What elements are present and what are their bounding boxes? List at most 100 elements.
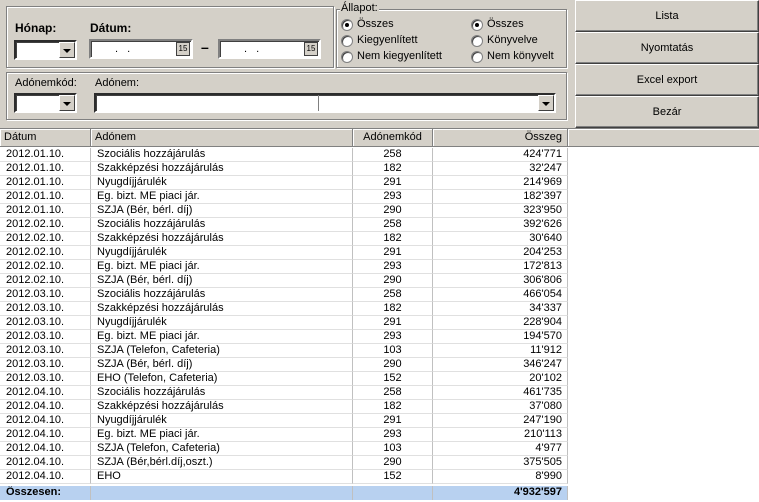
column-header-adonem[interactable]: Adónem [91, 129, 353, 147]
cell-adonemkod: 290 [353, 204, 433, 218]
cell-datum: 2012.02.10. [0, 218, 91, 232]
honap-combo[interactable] [14, 40, 77, 60]
calendar-icon[interactable]: 15 [176, 42, 190, 56]
datum-label: Dátum: [90, 21, 132, 35]
column-header-datum[interactable]: Dátum [0, 129, 91, 147]
cell-osszeg: 306'806 [433, 274, 568, 288]
date-to-value: . . [244, 43, 263, 55]
cell-osszeg: 11'912 [433, 344, 568, 358]
chevron-down-icon[interactable] [59, 95, 75, 111]
cell-adonem: Nyugdíjjárulék [91, 316, 353, 330]
date-to-field[interactable]: . . 15 [218, 39, 321, 59]
radio-label: Könyvelve [487, 34, 538, 46]
cell-osszeg: 424'771 [433, 148, 568, 162]
cell-datum: 2012.04.10. [0, 428, 91, 442]
table-row[interactable]: 2012.01.10. SZJA (Bér, bérl. díj) 290 323'9… [0, 204, 568, 218]
cell-adonemkod: 290 [353, 456, 433, 470]
cell-osszeg: 323'950 [433, 204, 568, 218]
radio-label: Nem könyvelt [487, 50, 554, 62]
table-row[interactable]: 2012.04.10. Nyugdíjjárulék 291 247'190 [0, 414, 568, 428]
calendar-icon[interactable]: 15 [304, 42, 318, 56]
cell-adonem: SZJA (Telefon, Cafeteria) [91, 344, 353, 358]
table-row[interactable]: 2012.04.10. SZJA (Telefon, Cafeteria) 103 4… [0, 442, 568, 456]
table-row[interactable]: 2012.03.10. Eg. bizt. ME piaci jár. 293 194… [0, 330, 568, 344]
radio-dot[interactable] [341, 35, 353, 47]
cell-adonemkod: 290 [353, 358, 433, 372]
cell-adonem: Szakképzési hozzájárulás [91, 162, 353, 176]
excel-export-button[interactable]: Excel export [575, 64, 759, 96]
cell-osszeg: 20'102 [433, 372, 568, 386]
date-from-field[interactable]: . . 15 [89, 39, 193, 59]
cell-datum: 2012.01.10. [0, 176, 91, 190]
adonemkod-combo[interactable] [14, 93, 77, 113]
date-range-separator: – [201, 39, 209, 55]
table-row[interactable]: 2012.04.10. Szakképzési hozzájárulás 182 37… [0, 400, 568, 414]
bezar-button[interactable]: Bezár [575, 96, 759, 128]
cell-adonemkod: 291 [353, 246, 433, 260]
chevron-down-icon[interactable] [538, 95, 554, 111]
cell-adonem: Eg. bizt. ME piaci jár. [91, 190, 353, 204]
radio-dot[interactable] [341, 51, 353, 63]
cell-osszeg: 214'969 [433, 176, 568, 190]
cell-adonemkod: 258 [353, 218, 433, 232]
cell-datum: 2012.01.10. [0, 148, 91, 162]
table-row[interactable]: 2012.01.10. Nyugdíjjárulék 291 214'969 [0, 176, 568, 190]
cell-datum: 2012.02.10. [0, 260, 91, 274]
cell-datum: 2012.04.10. [0, 456, 91, 470]
lista-button[interactable]: Lista [575, 0, 759, 32]
cell-datum: 2012.04.10. [0, 442, 91, 456]
table-row[interactable]: 2012.03.10. SZJA (Telefon, Cafeteria) 103 1… [0, 344, 568, 358]
radio-dot[interactable] [471, 35, 483, 47]
total-empty-cell [353, 486, 433, 500]
column-header-adonemkod[interactable]: Adónemkód [353, 129, 433, 147]
table-row[interactable]: 2012.02.10. Eg. bizt. ME piaci jár. 293 172… [0, 260, 568, 274]
cell-adonemkod: 258 [353, 386, 433, 400]
cell-adonemkod: 103 [353, 344, 433, 358]
table-row[interactable]: 2012.02.10. Szakképzési hozzájárulás 182 30… [0, 232, 568, 246]
table-row[interactable]: 2012.03.10. Szociális hozzájárulás 258 466'… [0, 288, 568, 302]
cell-adonem: SZJA (Telefon, Cafeteria) [91, 442, 353, 456]
cell-adonem: SZJA (Bér, bérl. díj) [91, 274, 353, 288]
table-row[interactable]: 2012.04.10. Eg. bizt. ME piaci jár. 293 210… [0, 428, 568, 442]
cell-adonemkod: 182 [353, 162, 433, 176]
cell-osszeg: 247'190 [433, 414, 568, 428]
cell-osszeg: 30'640 [433, 232, 568, 246]
cell-adonemkod: 290 [353, 274, 433, 288]
table-row[interactable]: 2012.02.10. Nyugdíjjárulék 291 204'253 [0, 246, 568, 260]
table-row[interactable]: 2012.01.10. Szakképzési hozzájárulás 182 32… [0, 162, 568, 176]
cell-datum: 2012.03.10. [0, 372, 91, 386]
cell-adonemkod: 291 [353, 316, 433, 330]
data-grid[interactable]: Dátum Adónem Adónemkód Összeg 2012.01.10… [0, 128, 759, 502]
cell-adonem: Szakképzési hozzájárulás [91, 232, 353, 246]
cell-datum: 2012.01.10. [0, 204, 91, 218]
table-row[interactable]: 2012.01.10. Szociális hozzájárulás 258 424'… [0, 148, 568, 162]
cell-adonem: Eg. bizt. ME piaci jár. [91, 428, 353, 442]
table-row[interactable]: 2012.03.10. EHO (Telefon, Cafeteria) 152 20… [0, 372, 568, 386]
table-row[interactable]: 2012.02.10. SZJA (Bér, bérl. díj) 290 306'8… [0, 274, 568, 288]
adonem-combo[interactable] [94, 93, 556, 113]
cell-osszeg: 466'054 [433, 288, 568, 302]
table-row[interactable]: 2012.03.10. SZJA (Bér, bérl. díj) 290 346'2… [0, 358, 568, 372]
table-row[interactable]: 2012.02.10. Szociális hozzájárulás 258 392'… [0, 218, 568, 232]
table-row[interactable]: 2012.04.10. EHO 152 8'990 [0, 470, 568, 484]
radio-dot[interactable] [471, 19, 483, 31]
table-row[interactable]: 2012.04.10. Szociális hozzájárulás 258 461'… [0, 386, 568, 400]
table-row[interactable]: 2012.01.10. Eg. bizt. ME piaci jár. 293 182… [0, 190, 568, 204]
table-row[interactable]: 2012.03.10. Nyugdíjjárulék 291 228'904 [0, 316, 568, 330]
table-row[interactable]: 2012.03.10. Szakképzési hozzájárulás 182 34… [0, 302, 568, 316]
cell-datum: 2012.02.10. [0, 232, 91, 246]
cell-osszeg: 204'253 [433, 246, 568, 260]
cell-datum: 2012.03.10. [0, 316, 91, 330]
nyomtatas-button[interactable]: Nyomtatás [575, 32, 759, 64]
cell-adonemkod: 258 [353, 148, 433, 162]
column-header-osszeg[interactable]: Összeg [433, 129, 568, 147]
cell-datum: 2012.03.10. [0, 358, 91, 372]
radio-dot[interactable] [471, 51, 483, 63]
chevron-down-icon[interactable] [59, 42, 75, 58]
cell-adonemkod: 258 [353, 288, 433, 302]
cell-adonemkod: 182 [353, 400, 433, 414]
table-row[interactable]: 2012.04.10. SZJA (Bér,bérl.díj,oszt.) 290 3… [0, 456, 568, 470]
radio-dot[interactable] [341, 19, 353, 31]
cell-datum: 2012.01.10. [0, 162, 91, 176]
cell-adonem: Szociális hozzájárulás [91, 386, 353, 400]
